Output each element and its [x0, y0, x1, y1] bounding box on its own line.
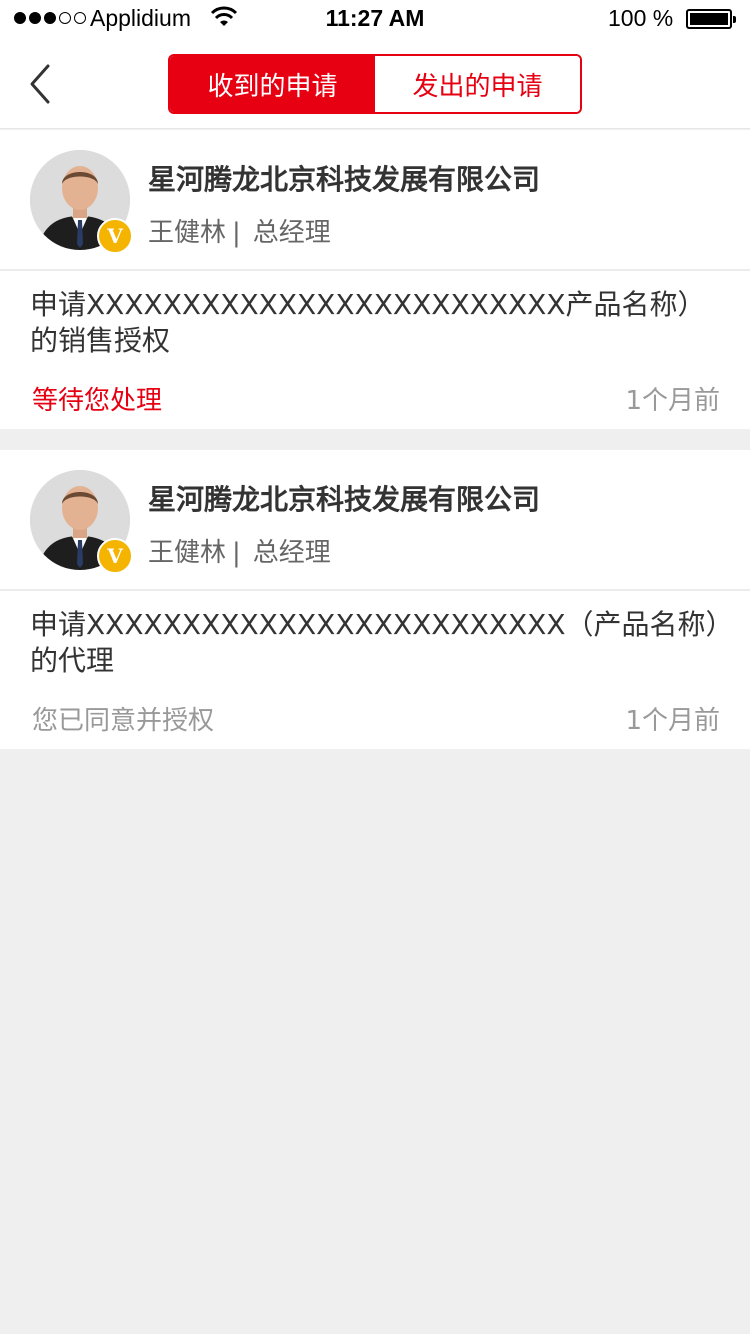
back-chevron-icon[interactable]: [22, 62, 62, 106]
request-card[interactable]: V 星河腾龙北京科技发展有限公司 王健林 | 总经理 申请XXXXXXXXXXXXX…: [0, 130, 750, 429]
card-header: V 星河腾龙北京科技发展有限公司 王健林 | 总经理: [0, 130, 750, 271]
verified-badge-icon: V: [97, 538, 133, 574]
request-text: 申请XXXXXXXXXXXXXXXXXXXXXXXXX（产品名称）的代理: [30, 608, 720, 677]
contact-name: 王健林: [148, 538, 227, 568]
segmented-control: 收到的申请 发出的申请: [168, 54, 582, 114]
battery-percent: 100 %: [608, 5, 674, 31]
company-name: 星河腾龙北京科技发展有限公司: [148, 483, 541, 516]
request-text: 申请XXXXXXXXXXXXXXXXXXXXXXXXX产品名称）的销售授权: [30, 288, 706, 357]
contact-info: 王健林 | 总经理: [148, 212, 331, 249]
verified-badge-icon: V: [97, 218, 133, 254]
timestamp: 1个月前: [625, 386, 720, 416]
status-bar: Applidium 11:27 AM 100 %: [0, 0, 750, 40]
card-header: V 星河腾龙北京科技发展有限公司 王健林 | 总经理: [0, 450, 750, 591]
status-label: 您已同意并授权: [32, 706, 215, 736]
contact-name: 王健林: [148, 218, 227, 248]
contact-title: 总经理: [252, 538, 331, 568]
contact-title: 总经理: [252, 218, 331, 248]
divider: |: [232, 538, 241, 568]
tab-sent-requests[interactable]: 发出的申请: [375, 56, 580, 112]
card-body: 申请XXXXXXXXXXXXXXXXXXXXXXXXX产品名称）的销售授权 等待…: [0, 271, 750, 429]
request-card[interactable]: V 星河腾龙北京科技发展有限公司 王健林 | 总经理 申请XXXXXXXXXXXXX…: [0, 450, 750, 749]
navigation-bar: 收到的申请 发出的申请: [0, 40, 750, 129]
timestamp: 1个月前: [625, 706, 720, 736]
battery-icon: [686, 9, 736, 29]
contact-info: 王健林 | 总经理: [148, 532, 331, 569]
tab-received-requests[interactable]: 收到的申请: [170, 56, 375, 112]
status-label[interactable]: 等待您处理: [32, 380, 162, 417]
divider: |: [232, 218, 241, 248]
company-name: 星河腾龙北京科技发展有限公司: [148, 163, 541, 196]
card-body: 申请XXXXXXXXXXXXXXXXXXXXXXXXX（产品名称）的代理 您已同…: [0, 591, 750, 749]
